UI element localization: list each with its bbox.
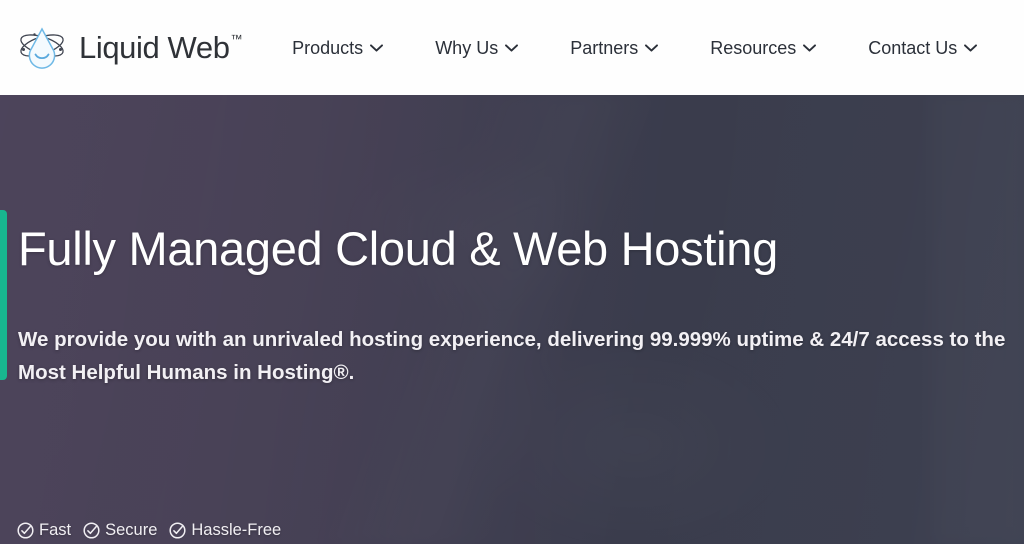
feature-label: Secure: [105, 521, 158, 540]
feature-label: Fast: [39, 521, 72, 540]
feature-item-fast: Fast: [17, 522, 71, 539]
main-navigation: Products Why Us Partners Resources Conta…: [292, 39, 1024, 57]
feature-item-secure: Secure: [83, 522, 157, 539]
hero-section: Fully Managed Cloud & Web Hosting We pro…: [0, 95, 1024, 544]
chevron-down-icon: [803, 43, 817, 52]
brand-name: Liquid Web: [79, 30, 230, 65]
page-root: Liquid Web ™ Products Why Us Partners Re…: [0, 0, 1024, 544]
nav-item-label: Resources: [710, 37, 797, 58]
feature-label: Hassle-Free: [191, 521, 282, 540]
hero-content: Fully Managed Cloud & Web Hosting We pro…: [0, 95, 1024, 544]
nav-item-contact-us[interactable]: Contact Us: [868, 37, 978, 58]
brand-logo-link[interactable]: Liquid Web ™: [14, 20, 243, 76]
nav-item-resources[interactable]: Resources: [710, 37, 817, 58]
brand-wordmark: Liquid Web ™: [79, 30, 243, 65]
check-circle-icon: [83, 522, 100, 539]
nav-item-label: Products: [292, 37, 364, 58]
nav-item-label: Contact Us: [868, 37, 958, 58]
chevron-down-icon: [964, 43, 978, 52]
hero-feature-list: Fast Secure Hassle-Free: [17, 522, 281, 539]
site-header: Liquid Web ™ Products Why Us Partners Re…: [0, 0, 1024, 95]
hero-title: Fully Managed Cloud & Web Hosting: [18, 222, 778, 275]
nav-item-why-us[interactable]: Why Us: [435, 37, 519, 58]
brand-trademark: ™: [230, 32, 243, 46]
check-circle-icon: [169, 522, 186, 539]
feature-item-hassle-free: Hassle-Free: [169, 522, 281, 539]
check-circle-icon: [17, 522, 34, 539]
nav-item-label: Partners: [570, 37, 639, 58]
water-droplet-atom-logo-icon: [20, 26, 64, 69]
chevron-down-icon: [645, 43, 659, 52]
chevron-down-icon: [505, 43, 519, 52]
nav-item-products[interactable]: Products: [292, 37, 384, 58]
nav-item-label: Why Us: [435, 37, 499, 58]
nav-item-partners[interactable]: Partners: [570, 37, 659, 58]
hero-subtitle: We provide you with an unrivaled hosting…: [18, 328, 1006, 385]
hero-accent-bar: [0, 210, 7, 380]
chevron-down-icon: [370, 43, 384, 52]
